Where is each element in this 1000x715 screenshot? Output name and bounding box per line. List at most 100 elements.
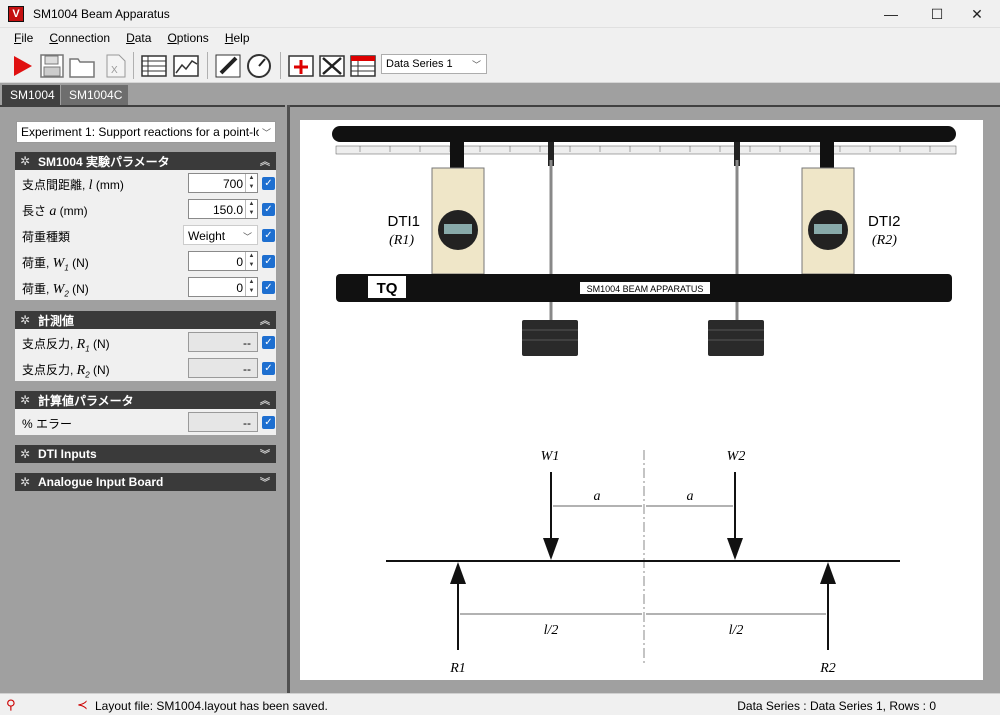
section-header-dti-inputs[interactable]: ✲ DTI Inputs ︾ (15, 445, 276, 463)
span-checkbox[interactable]: ✓ (262, 177, 275, 190)
section-header-params[interactable]: ✲ SM1004 実験パラメータ ︽ (15, 152, 276, 170)
pencil-icon[interactable] (214, 52, 242, 80)
load-type-select[interactable]: Weight ﹀ (183, 225, 258, 245)
r2-readout: -- (188, 358, 258, 378)
gear-icon: ✲ (19, 475, 31, 489)
spinner-icon[interactable]: ▲ ▼ (245, 278, 257, 296)
r1-label: R1 (449, 661, 466, 676)
menu-help[interactable]: Help (217, 31, 258, 45)
chevron-down-icon: ﹀ (258, 126, 271, 139)
excel-export-icon[interactable]: X (100, 52, 128, 80)
status-message: Layout file: SM1004.layout has been save… (95, 699, 328, 713)
gear-icon: ✲ (19, 154, 31, 168)
a-right-label: a (687, 489, 694, 504)
param-row-w2: 荷重, W2 (N) 0 ▲ ▼ ✓ (15, 274, 276, 300)
r2-label: R2 (819, 661, 836, 676)
svg-text:X: X (111, 65, 118, 76)
menu-bar: File Connection Data Options Help (0, 28, 1000, 48)
experiment-value: Experiment 1: Support reactions for a po… (21, 125, 263, 139)
w1-input[interactable]: 0 ▲ ▼ (188, 251, 258, 271)
span-input[interactable]: 700 ▲ ▼ (188, 173, 258, 193)
menu-connection[interactable]: Connection (41, 31, 118, 45)
l2-left-label: l/2 (544, 623, 559, 638)
close-button[interactable]: ✕ (954, 0, 1000, 28)
l2-right-label: l/2 (729, 623, 744, 638)
menu-data[interactable]: Data (118, 31, 159, 45)
gear-icon: ✲ (19, 393, 31, 407)
w1-checkbox[interactable]: ✓ (262, 255, 275, 268)
length-checkbox[interactable]: ✓ (262, 203, 275, 216)
minimize-button[interactable]: — (868, 0, 914, 28)
menu-options[interactable]: Options (159, 31, 216, 45)
expand-icon[interactable]: ︾ (260, 474, 270, 489)
w2-arrow (727, 538, 743, 560)
error-checkbox[interactable]: ✓ (262, 416, 275, 429)
w2-input[interactable]: 0 ▲ ▼ (188, 277, 258, 297)
r1-arrow (450, 562, 466, 584)
r1-checkbox[interactable]: ✓ (262, 336, 275, 349)
menu-file[interactable]: File (6, 31, 41, 45)
section-header-calculated[interactable]: ✲ 計算値パラメータ ︽ (15, 391, 276, 409)
open-folder-icon[interactable] (68, 52, 96, 80)
dti1-symbol: (R1) (389, 233, 414, 248)
gear-icon: ✲ (19, 313, 31, 327)
play-icon[interactable] (8, 52, 36, 80)
tab-bar: SM1004 SM1004C (0, 84, 1000, 105)
section-body-calculated: % エラー -- ✓ (15, 409, 276, 435)
section-title: DTI Inputs (38, 447, 97, 461)
spinner-icon[interactable]: ▲ ▼ (245, 252, 257, 270)
measuring-scale (335, 145, 957, 155)
collapse-icon[interactable]: ︽ (260, 392, 270, 407)
add-series-icon[interactable] (287, 52, 315, 80)
param-row-load-type: 荷重種類 Weight ﹀ ✓ (15, 222, 276, 248)
save-icon[interactable] (38, 52, 66, 80)
apparatus-label: SM1004 BEAM APPARATUS (587, 284, 704, 294)
w1-arrow (543, 538, 559, 560)
gauge-icon[interactable] (245, 52, 273, 80)
series-table-icon[interactable] (349, 52, 377, 80)
title-bar: V SM1004 Beam Apparatus — ☐ ✕ (0, 0, 1000, 28)
error-readout: -- (188, 412, 258, 432)
status-series-info: Data Series : Data Series 1, Rows : 0 (737, 699, 936, 713)
spinner-icon[interactable]: ▲ ▼ (245, 200, 257, 218)
collapse-icon[interactable]: ︽ (260, 153, 270, 168)
spinner-icon[interactable]: ▲ ▼ (245, 174, 257, 192)
dti2-label: DTI2 (868, 213, 901, 230)
section-title: 計測値 (38, 313, 75, 328)
section-title: 計算値パラメータ (38, 393, 134, 408)
data-series-select[interactable]: Data Series 1 ﹀ (381, 54, 487, 74)
share-icon: ≺ (77, 697, 88, 712)
tab-sm1004c[interactable]: SM1004C (61, 85, 128, 105)
diagram-canvas: DTI1 (R1) DTI2 (R2) TQ SM1004 BEAM APPAR… (300, 120, 983, 680)
delete-series-icon[interactable] (318, 52, 346, 80)
section-header-measured[interactable]: ✲ 計測値 ︽ (15, 311, 276, 329)
calculated-row-error: % エラー -- ✓ (15, 409, 276, 435)
length-input[interactable]: 150.0 ▲ ▼ (188, 199, 258, 219)
top-beam (332, 126, 956, 142)
load-type-checkbox[interactable]: ✓ (262, 229, 275, 242)
status-bar: ⚲ ≺ Layout file: SM1004.layout has been … (0, 693, 1000, 715)
r2-checkbox[interactable]: ✓ (262, 362, 275, 375)
dti2-symbol: (R2) (872, 233, 897, 248)
chevron-down-icon: ﹀ (242, 232, 252, 242)
table-icon[interactable] (140, 52, 168, 80)
measured-row-r2: 支点反力, R2 (N) -- ✓ (15, 355, 276, 381)
toolbar: X (0, 48, 1000, 83)
w2-label: W2 (727, 449, 746, 464)
section-body-params: 支点間距離, l (mm) 700 ▲ ▼ ✓ 長さ a (mm) 150.0 ▲ ▼ … (15, 170, 276, 300)
a-left-label: a (594, 489, 601, 504)
tab-sm1004[interactable]: SM1004 (2, 85, 60, 105)
param-row-span: 支点間距離, l (mm) 700 ▲ ▼ ✓ (15, 170, 276, 196)
section-title: SM1004 実験パラメータ (38, 154, 170, 169)
section-header-analogue[interactable]: ✲ Analogue Input Board ︾ (15, 473, 276, 491)
r2-arrow (820, 562, 836, 584)
expand-icon[interactable]: ︾ (260, 446, 270, 461)
collapse-icon[interactable]: ︽ (260, 312, 270, 327)
section-body-measured: 支点反力, R1 (N) -- ✓ 支点反力, R2 (N) -- ✓ (15, 329, 276, 381)
w2-checkbox[interactable]: ✓ (262, 281, 275, 294)
param-row-w1: 荷重, W1 (N) 0 ▲ ▼ ✓ (15, 248, 276, 274)
dti1-label: DTI1 (387, 213, 420, 230)
param-row-length: 長さ a (mm) 150.0 ▲ ▼ ✓ (15, 196, 276, 222)
experiment-select[interactable]: Experiment 1: Support reactions for a po… (16, 121, 276, 143)
graph-icon[interactable] (172, 52, 200, 80)
